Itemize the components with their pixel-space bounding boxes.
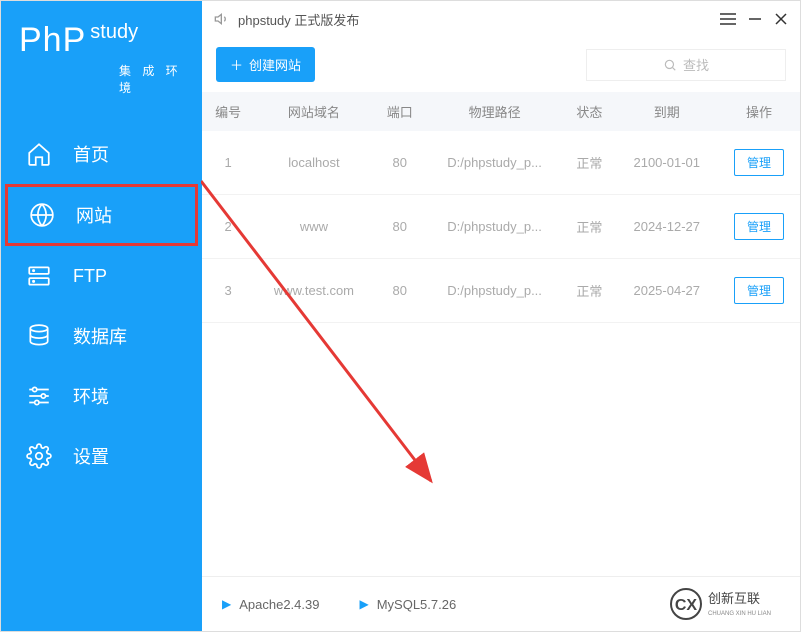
cell-no: 3 <box>202 259 254 323</box>
logo-main: PhP <box>19 21 86 59</box>
cell-status: 正常 <box>563 131 615 195</box>
logo-sub: study <box>90 21 138 43</box>
menu-icon[interactable] <box>720 12 736 26</box>
cell-no: 1 <box>202 131 254 195</box>
status-mysql-label: MySQL5.7.26 <box>377 597 457 612</box>
speaker-icon <box>214 11 230 27</box>
create-site-button[interactable]: ＋ 创建网站 <box>216 47 315 82</box>
status-bar: ▶ Apache2.4.39 ▶ MySQL5.7.26 CX 创新互联 CHU… <box>202 576 800 631</box>
cell-domain: localhost <box>254 131 373 195</box>
cell-path: D:/phpstudy_p... <box>426 195 563 259</box>
search-input[interactable]: 查找 <box>586 49 786 81</box>
minimize-button[interactable] <box>748 12 762 26</box>
sidebar-item-settings[interactable]: 设置 <box>1 426 202 486</box>
logo-tagline: 集 成 环 境 <box>119 62 184 96</box>
status-apache[interactable]: ▶ Apache2.4.39 <box>222 597 319 612</box>
table-row: 2www80D:/phpstudy_p...正常2024-12-27 管理 <box>202 195 800 259</box>
cell-port: 80 <box>374 195 426 259</box>
cell-port: 80 <box>374 131 426 195</box>
cell-action: 管理 <box>718 195 800 259</box>
brand-logo: CX 创新互联 CHUANG XIN HU LIAN <box>670 587 780 621</box>
window-controls <box>720 12 788 26</box>
sidebar-item-ftp[interactable]: FTP <box>1 246 202 306</box>
cell-action: 管理 <box>718 259 800 323</box>
main: phpstudy 正式版发布 ＋ 创建网站 <box>202 1 800 631</box>
status-mysql[interactable]: ▶ MySQL5.7.26 <box>359 597 456 612</box>
database-icon <box>25 322 53 350</box>
cell-expire: 2025-04-27 <box>616 259 718 323</box>
home-icon <box>25 140 53 168</box>
close-button[interactable] <box>774 12 788 26</box>
svg-text:CX: CX <box>675 597 698 614</box>
titlebar: phpstudy 正式版发布 <box>202 1 800 37</box>
cell-domain: www.test.com <box>254 259 373 323</box>
search-placeholder: 查找 <box>683 55 709 74</box>
sidebar-item-home[interactable]: 首页 <box>1 124 202 184</box>
th-domain: 网站域名 <box>254 92 373 131</box>
sidebar-item-label: 数据库 <box>73 323 127 349</box>
cell-expire: 2100-01-01 <box>616 131 718 195</box>
site-table: 编号 网站域名 端口 物理路径 状态 到期 操作 1localhost80D:/… <box>202 92 800 323</box>
toolbar: ＋ 创建网站 查找 <box>202 37 800 92</box>
cell-expire: 2024-12-27 <box>616 195 718 259</box>
cell-port: 80 <box>374 259 426 323</box>
sidebar-item-label: FTP <box>73 266 107 287</box>
th-port: 端口 <box>374 92 426 131</box>
th-expire: 到期 <box>616 92 718 131</box>
sidebar-item-site[interactable]: 网站 <box>5 184 198 246</box>
cell-path: D:/phpstudy_p... <box>426 131 563 195</box>
create-label: 创建网站 <box>249 55 301 74</box>
manage-button[interactable]: 管理 <box>734 149 784 176</box>
cell-domain: www <box>254 195 373 259</box>
sidebar-item-label: 首页 <box>73 141 109 167</box>
cell-status: 正常 <box>563 259 615 323</box>
cell-action: 管理 <box>718 131 800 195</box>
announce-text: phpstudy 正式版发布 <box>238 10 359 29</box>
table-row: 3www.test.com80D:/phpstudy_p...正常2025-04… <box>202 259 800 323</box>
plus-icon: ＋ <box>230 55 243 74</box>
status-apache-label: Apache2.4.39 <box>239 597 319 612</box>
sidebar-item-label: 网站 <box>76 202 112 228</box>
logo: PhPstudy 集 成 环 境 <box>1 1 202 114</box>
th-no: 编号 <box>202 92 254 131</box>
sidebar: PhPstudy 集 成 环 境 首页 网站 FTP <box>1 1 202 631</box>
sliders-icon <box>25 382 53 410</box>
svg-text:创新互联: 创新互联 <box>708 591 760 606</box>
sidebar-item-env[interactable]: 环境 <box>1 366 202 426</box>
sidebar-item-label: 设置 <box>73 443 109 469</box>
gear-icon <box>25 442 53 470</box>
play-icon: ▶ <box>222 597 231 611</box>
cell-no: 2 <box>202 195 254 259</box>
th-status: 状态 <box>563 92 615 131</box>
svg-text:CHUANG XIN HU LIAN: CHUANG XIN HU LIAN <box>708 611 771 617</box>
play-icon: ▶ <box>359 597 368 611</box>
cell-path: D:/phpstudy_p... <box>426 259 563 323</box>
nav: 首页 网站 FTP 数据库 <box>1 124 202 486</box>
search-icon <box>663 58 677 72</box>
table-row: 1localhost80D:/phpstudy_p...正常2100-01-01… <box>202 131 800 195</box>
th-path: 物理路径 <box>426 92 563 131</box>
sidebar-item-label: 环境 <box>73 383 109 409</box>
manage-button[interactable]: 管理 <box>734 277 784 304</box>
globe-icon <box>28 201 56 229</box>
manage-button[interactable]: 管理 <box>734 213 784 240</box>
th-action: 操作 <box>718 92 800 131</box>
cell-status: 正常 <box>563 195 615 259</box>
ftp-icon <box>25 262 53 290</box>
sidebar-item-db[interactable]: 数据库 <box>1 306 202 366</box>
